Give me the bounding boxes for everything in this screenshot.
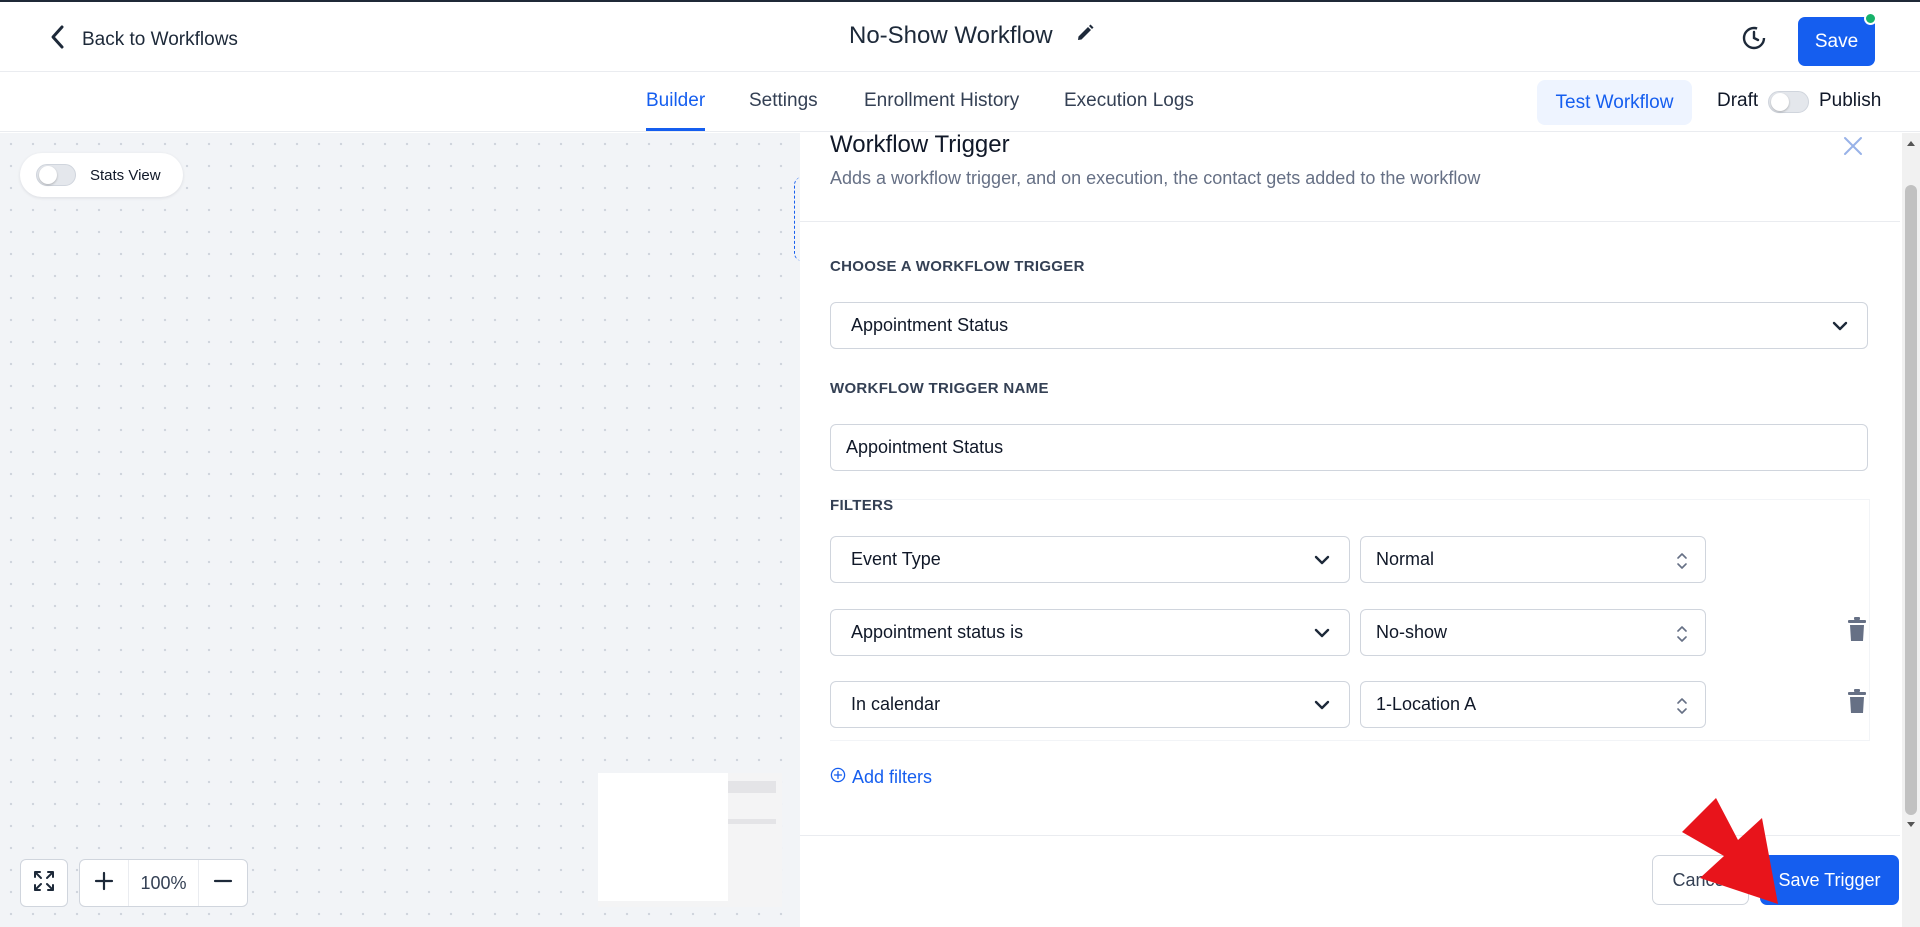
unsaved-status-dot (1864, 12, 1877, 25)
add-filters-label: Add filters (852, 767, 933, 787)
choose-trigger-label: CHOOSE A WORKFLOW TRIGGER (830, 258, 1085, 275)
filter-value: Normal (1376, 549, 1435, 569)
workflow-canvas[interactable]: Stats View 100% (0, 133, 800, 927)
red-arrow-annotation-icon (1680, 798, 1780, 908)
panel-title: Workflow Trigger (830, 131, 1010, 158)
scroll-down-arrow-icon[interactable] (1907, 822, 1915, 827)
expand-icon (33, 870, 55, 897)
filter-value: 1-Location A (1376, 694, 1477, 714)
edit-pencil-icon[interactable] (1075, 22, 1095, 50)
stats-view-label: Stats View (90, 166, 161, 184)
trash-icon[interactable] (1846, 617, 1868, 643)
select-arrows-icon (1675, 550, 1689, 572)
scroll-up-arrow-icon[interactable] (1907, 141, 1915, 146)
scrollbar-thumb[interactable] (1905, 185, 1917, 815)
trigger-name-value: Appointment Status (846, 437, 1004, 457)
plus-circle-icon (830, 767, 846, 788)
stats-view-toggle[interactable] (36, 164, 76, 186)
filter-field-select[interactable]: Event Type (830, 536, 1350, 583)
chevron-down-icon (1831, 317, 1849, 335)
filter-field-value: Event Type (851, 549, 941, 569)
test-workflow-button[interactable]: Test Workflow (1537, 80, 1692, 125)
save-trigger-button[interactable]: Save Trigger (1760, 855, 1899, 905)
trigger-type-value: Appointment Status (851, 315, 1009, 335)
active-tab-indicator (646, 128, 705, 131)
top-header: Back to Workflows No-Show Workflow Save (0, 0, 1920, 72)
close-icon[interactable] (1840, 133, 1866, 159)
minimap-viewport (598, 773, 728, 901)
minimap-node (728, 819, 776, 824)
plus-icon (94, 871, 114, 896)
filter-field-value: Appointment status is (851, 622, 1024, 642)
filter-value-select[interactable]: Normal (1360, 536, 1706, 583)
canvas-minimap[interactable] (598, 773, 782, 907)
filter-value-select[interactable]: No-show (1360, 609, 1706, 656)
trigger-name-input[interactable]: Appointment Status (830, 424, 1868, 471)
panel-scrollbar[interactable] (1902, 133, 1920, 927)
minus-icon (213, 871, 233, 896)
stats-view-control[interactable]: Stats View (20, 153, 183, 197)
publish-label: Publish (1819, 90, 1882, 111)
select-arrows-icon (1675, 623, 1689, 645)
minimap-node (728, 781, 776, 793)
zoom-level: 100% (128, 860, 199, 906)
zoom-in-button[interactable] (80, 860, 128, 906)
tab-execution-logs[interactable]: Execution Logs (1064, 90, 1194, 112)
publish-toggle[interactable] (1768, 91, 1809, 113)
panel-header-divider (800, 221, 1900, 222)
back-to-workflows-link[interactable]: Back to Workflows (48, 24, 238, 56)
tab-builder[interactable]: Builder (646, 90, 705, 112)
chevron-down-icon (1313, 624, 1331, 642)
trigger-type-select[interactable]: Appointment Status (830, 302, 1868, 349)
workflow-title-text: No-Show Workflow (849, 22, 1053, 49)
chevron-left-icon (48, 24, 68, 56)
select-arrows-icon (1675, 695, 1689, 717)
zoom-controls: 100% (79, 859, 248, 907)
back-label: Back to Workflows (82, 29, 238, 50)
filter-field-select[interactable]: In calendar (830, 681, 1350, 728)
draft-label: Draft (1717, 90, 1759, 111)
panel-subtitle: Adds a workflow trigger, and on executio… (830, 168, 1481, 188)
trigger-name-label: WORKFLOW TRIGGER NAME (830, 380, 1049, 397)
chevron-down-icon (1313, 696, 1331, 714)
tab-settings[interactable]: Settings (749, 90, 818, 112)
add-filters-button[interactable]: Add filters (830, 767, 932, 788)
trash-icon[interactable] (1846, 689, 1868, 715)
filter-value-select[interactable]: 1-Location A (1360, 681, 1706, 728)
workflow-tab-bar: Builder Settings Enrollment History Exec… (0, 72, 1920, 132)
zoom-out-button[interactable] (199, 860, 247, 906)
filter-field-value: In calendar (851, 694, 941, 714)
save-button[interactable]: Save (1798, 17, 1875, 66)
chevron-down-icon (1313, 551, 1331, 569)
workflow-title: No-Show Workflow (849, 22, 1095, 50)
version-history-icon[interactable] (1740, 24, 1768, 52)
fit-view-button[interactable] (20, 859, 68, 907)
tab-enrollment-history[interactable]: Enrollment History (864, 90, 1019, 112)
filter-field-select[interactable]: Appointment status is (830, 609, 1350, 656)
filter-value: No-show (1376, 622, 1448, 642)
